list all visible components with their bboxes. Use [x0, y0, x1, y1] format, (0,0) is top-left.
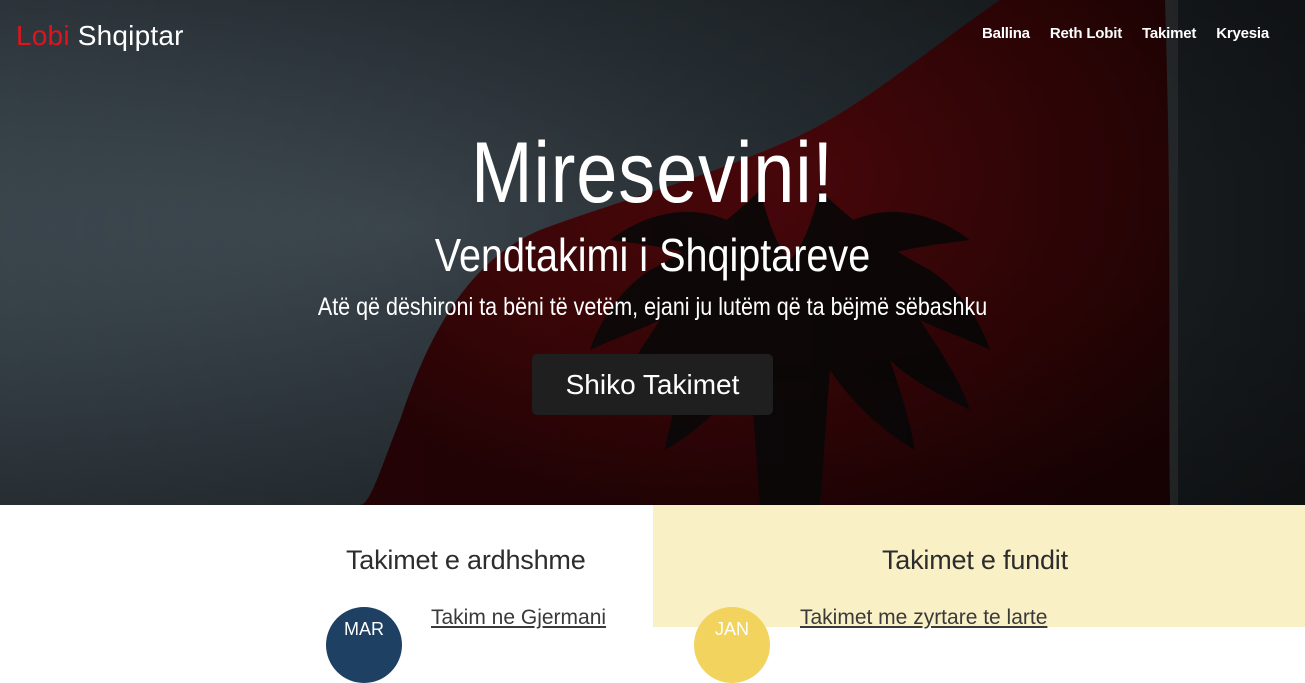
recent-meetings-section: Takimet e fundit JAN Takimet me zyrtare …: [653, 505, 1305, 683]
view-meetings-button[interactable]: Shiko Takimet: [531, 353, 774, 416]
nav-link-takimet[interactable]: Takimet: [1142, 25, 1196, 42]
brand-rest-text: Shqiptar: [77, 20, 184, 51]
upcoming-meetings-section: Takimet e ardhshme MAR Takim ne Gjermani: [0, 505, 653, 683]
event-date-badge: MAR: [326, 607, 402, 683]
top-navbar: Lobi Shqiptar Ballina Reth Lobit Takimet…: [0, 0, 1305, 70]
hero-tagline: Atë që dëshironi ta bëni të vetëm, ejani…: [317, 293, 988, 322]
hero-content: Miresevini! Vendtakimi i Shqiptareve Atë…: [0, 125, 1305, 416]
event-date-badge: JAN: [694, 607, 770, 683]
hero-title: Miresevini!: [471, 125, 834, 221]
event-title-link[interactable]: Takimet me zyrtare te larte: [800, 606, 1047, 630]
nav-link-reth-lobit[interactable]: Reth Lobit: [1050, 25, 1122, 42]
nav-link-ballina[interactable]: Ballina: [982, 25, 1030, 42]
hero-subtitle: Vendtakimi i Shqiptareve: [434, 229, 871, 282]
brand-logo[interactable]: Lobi Shqiptar: [16, 20, 184, 52]
event-title-link[interactable]: Takim ne Gjermani: [431, 606, 606, 630]
hero-section: Lobi Shqiptar Ballina Reth Lobit Takimet…: [0, 0, 1305, 505]
upcoming-section-title: Takimet e ardhshme: [346, 545, 586, 575]
nav-menu: Ballina Reth Lobit Takimet Kryesia: [982, 25, 1269, 43]
nav-link-kryesia[interactable]: Kryesia: [1216, 25, 1269, 42]
brand-accent-text: Lobi: [16, 20, 70, 51]
recent-section-title: Takimet e fundit: [882, 545, 1068, 575]
meetings-sections: Takimet e ardhshme MAR Takim ne Gjermani…: [0, 505, 1305, 683]
